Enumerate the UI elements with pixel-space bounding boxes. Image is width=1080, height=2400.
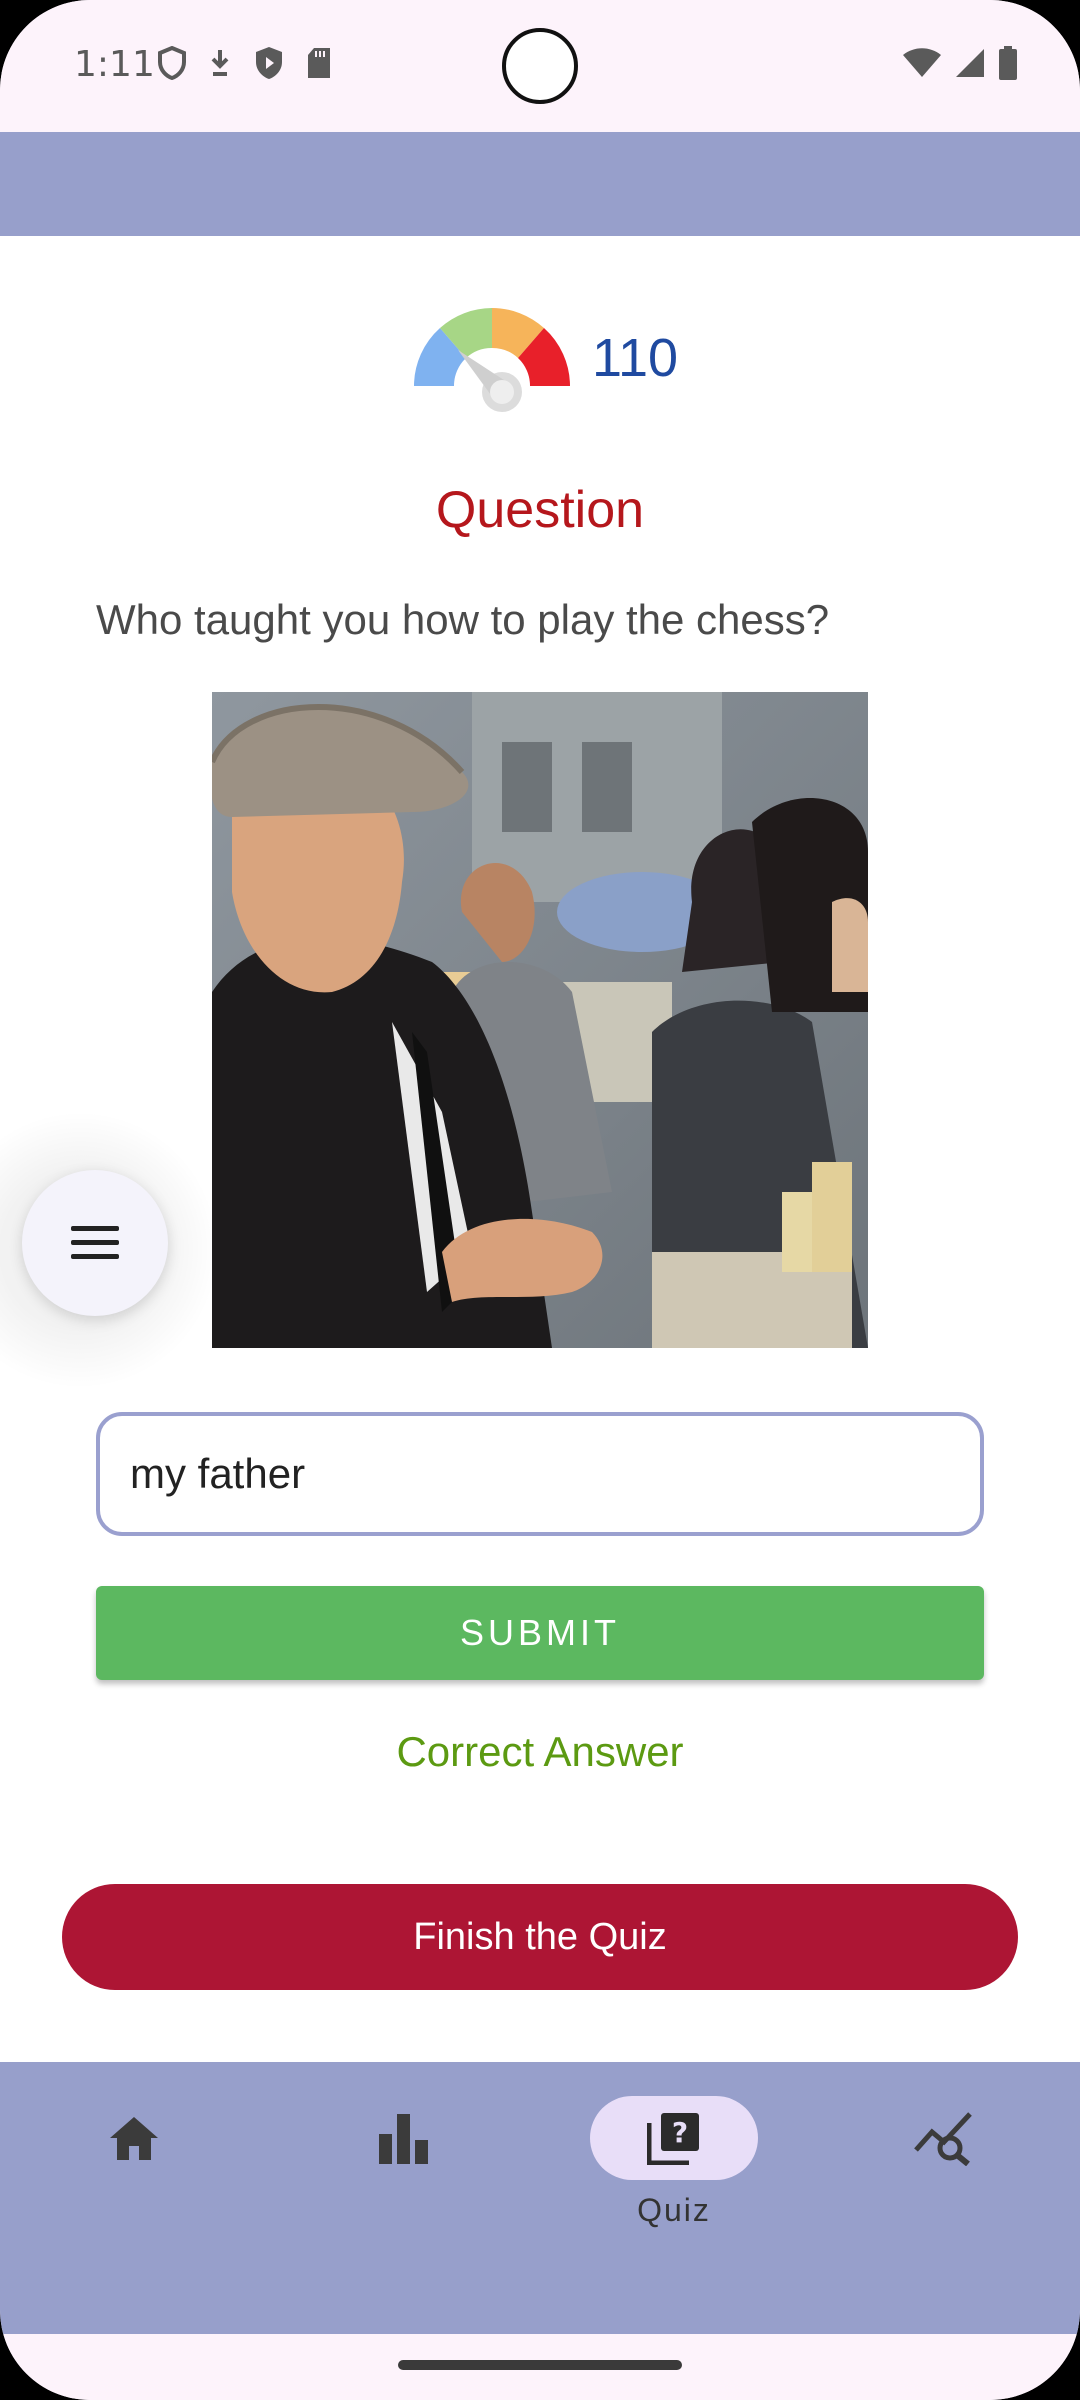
status-time: 1:11 [74, 44, 155, 85]
answer-input[interactable] [96, 1412, 984, 1536]
phone-screen: 1:11 110 Question Who taught you how to … [0, 0, 1080, 2400]
analytics-search-icon [914, 2112, 972, 2166]
home-icon [110, 2117, 158, 2160]
nav-stats-indicator [320, 2096, 488, 2180]
signal-icon [956, 49, 984, 77]
score-value: 110 [592, 328, 679, 388]
menu-icon [71, 1226, 119, 1259]
status-bar: 1:11 [0, 0, 1080, 132]
question-text: Who taught you how to play the chess? [96, 596, 830, 643]
home-gesture-bar[interactable] [398, 2360, 682, 2370]
nav-analytics[interactable] [844, 2062, 1044, 2334]
nav-analytics-indicator [860, 2096, 1028, 2180]
chess-photo-illustration [212, 692, 868, 1348]
bar-chart-icon [379, 2114, 428, 2164]
status-system-icons [902, 46, 1018, 80]
menu-fab[interactable] [22, 1170, 168, 1316]
nav-home[interactable] [34, 2062, 234, 2334]
download-arrow-icon [211, 50, 229, 76]
nav-quiz-indicator: ? [590, 2096, 758, 2180]
app-bar [0, 132, 1080, 236]
status-notification-icons [158, 46, 332, 80]
quiz-icon: ? [647, 2113, 699, 2165]
score-display: 110 [410, 302, 678, 414]
shield-outline-icon [158, 46, 186, 80]
gauge-icon [414, 308, 570, 412]
gesture-navigation-area [0, 2334, 1080, 2400]
bottom-navigation: ? Quiz [0, 2062, 1080, 2334]
camera-cutout [502, 28, 578, 104]
question-image [212, 692, 868, 1348]
wifi-icon [903, 48, 941, 77]
svg-text:?: ? [672, 2116, 688, 2149]
submit-button[interactable]: SUBMIT [96, 1586, 984, 1680]
sd-card-icon [308, 48, 330, 78]
finish-quiz-button[interactable]: Finish the Quiz [62, 1884, 1018, 1990]
nav-quiz[interactable]: ? Quiz [574, 2062, 774, 2334]
result-message: Correct Answer [396, 1728, 684, 1775]
nav-quiz-label: Quiz [637, 2192, 711, 2228]
shield-play-icon [256, 47, 282, 79]
battery-icon [999, 46, 1017, 80]
nav-stats[interactable] [304, 2062, 504, 2334]
nav-home-indicator [50, 2096, 218, 2180]
question-title: Question [435, 481, 645, 539]
